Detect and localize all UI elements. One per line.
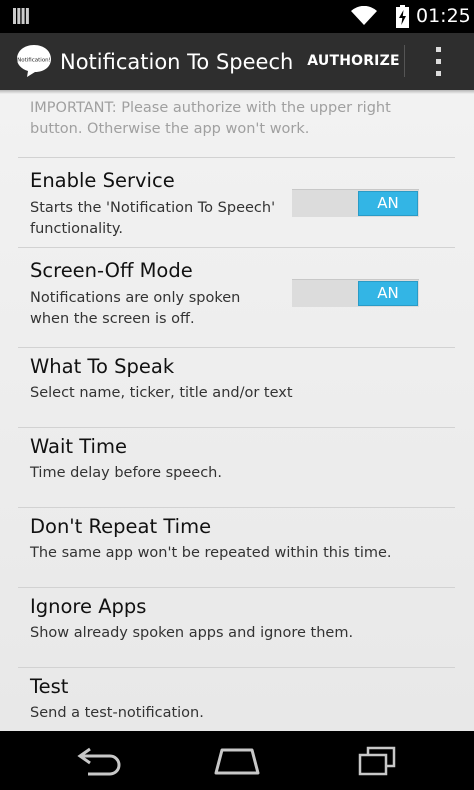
pref-title: Enable Service [30, 169, 175, 192]
pref-summary: Send a test-notification. [30, 705, 204, 721]
back-icon[interactable] [74, 746, 124, 776]
overflow-dot-icon [436, 59, 441, 64]
pref-enable-service[interactable]: Enable Service Starts the 'Notification … [0, 158, 474, 246]
app-logo-icon: Notification! [17, 45, 51, 77]
pref-summary: Starts the 'Notification To Speech' func… [30, 200, 276, 237]
authorize-button[interactable]: AUTHORIZE [306, 33, 401, 90]
pref-what-to-speak[interactable]: What To Speak Select name, ticker, title… [0, 348, 474, 427]
overflow-dot-icon [436, 47, 441, 52]
pref-title: Screen-Off Mode [30, 259, 193, 282]
toggle-thumb: AN [358, 281, 418, 306]
app-title: Notification To Speech [60, 50, 294, 74]
action-bar: Notification! Notification To Speech AUT… [0, 33, 474, 90]
preference-list[interactable]: IMPORTANT: Please authorize with the upp… [0, 90, 474, 731]
pref-title: Don't Repeat Time [30, 515, 212, 538]
pref-summary: Time delay before speech. [30, 465, 222, 481]
home-icon[interactable] [212, 746, 262, 776]
pref-summary: Show already spoken apps and ignore them… [30, 625, 354, 641]
clock: 01:25 [416, 5, 471, 27]
status-bar: 01:25 [0, 0, 474, 33]
pref-screen-off-mode[interactable]: Screen-Off Mode Notifications are only s… [0, 248, 474, 336]
toggle-thumb: AN [358, 191, 418, 216]
screen-off-mode-toggle[interactable]: AN [292, 279, 419, 307]
recent-apps-icon[interactable] [352, 746, 402, 776]
notification-bars-icon [13, 8, 29, 24]
important-notice: IMPORTANT: Please authorize with the upp… [30, 100, 391, 137]
pref-dont-repeat-time[interactable]: Don't Repeat Time The same app won't be … [0, 508, 474, 587]
wifi-icon [351, 6, 377, 25]
app-logo-text: Notification! [17, 58, 51, 64]
enable-service-toggle[interactable]: AN [292, 189, 419, 217]
pref-summary: Notifications are only spoken when the s… [30, 290, 241, 327]
pref-title: Wait Time [30, 435, 127, 458]
pref-title: What To Speak [30, 355, 175, 378]
pref-title: Ignore Apps [30, 595, 147, 618]
action-bar-shadow [0, 90, 474, 94]
pref-test[interactable]: Test Send a test-notification. [0, 668, 474, 731]
pref-summary: The same app won't be repeated within th… [30, 545, 392, 561]
pref-title: Test [30, 675, 69, 698]
pref-ignore-apps[interactable]: Ignore Apps Show already spoken apps and… [0, 588, 474, 667]
action-bar-divider [404, 45, 405, 77]
overflow-dot-icon [436, 71, 441, 76]
navigation-bar [0, 731, 474, 790]
pref-wait-time[interactable]: Wait Time Time delay before speech. [0, 428, 474, 507]
overflow-menu-button[interactable] [420, 43, 456, 81]
battery-charging-icon [396, 5, 409, 28]
pref-summary: Select name, ticker, title and/or text [30, 385, 293, 401]
